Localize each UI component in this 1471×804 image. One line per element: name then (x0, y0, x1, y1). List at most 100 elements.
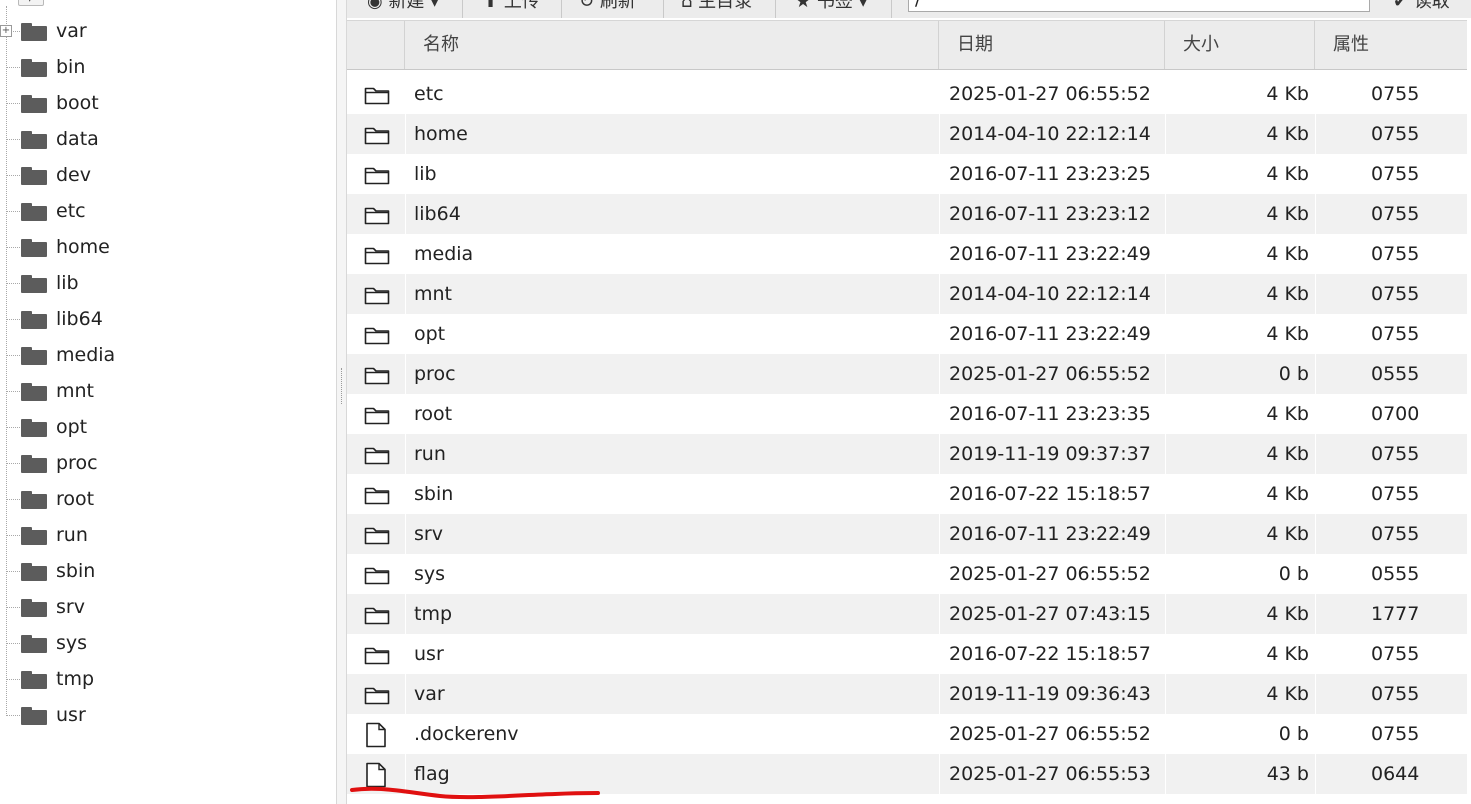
tree-root-node[interactable]: / (18, 0, 44, 6)
toolbar-separator (561, 0, 562, 18)
file-size: 4 Kb (1165, 154, 1315, 194)
folder-icon (21, 599, 47, 617)
tree-item-lib[interactable]: lib (0, 265, 300, 301)
file-row-flag[interactable]: flag 2025-01-27 06:55:53 43 b 0644 (347, 754, 1467, 794)
tree-connector (6, 67, 20, 68)
tree-connector (6, 679, 20, 680)
file-row-etc[interactable]: etc 2025-01-27 06:55:52 4 Kb 0755 (347, 74, 1467, 114)
file-name[interactable]: opt (405, 314, 939, 354)
file-row-sys[interactable]: sys 2025-01-27 06:55:52 0 b 0555 (347, 554, 1467, 594)
file-name[interactable]: run (405, 434, 939, 474)
tree-item-label: opt (56, 416, 88, 438)
file-name[interactable]: sbin (405, 474, 939, 514)
file-name[interactable]: etc (405, 74, 939, 114)
file-name[interactable]: media (405, 234, 939, 274)
file-name[interactable]: lib64 (405, 194, 939, 234)
tree-item-opt[interactable]: opt (0, 409, 300, 445)
tree-item-label: run (56, 524, 88, 546)
tree-item-usr[interactable]: usr (0, 697, 300, 733)
tree-item-data[interactable]: data (0, 121, 300, 157)
file-row-proc[interactable]: proc 2025-01-27 06:55:52 0 b 0555 (347, 354, 1467, 394)
file-row-dot-dockerenv[interactable]: .dockerenv 2025-01-27 06:55:52 0 b 0755 (347, 714, 1467, 754)
tree-item-srv[interactable]: srv (0, 589, 300, 625)
tree-item-boot[interactable]: boot (0, 85, 300, 121)
file-name[interactable]: var (405, 674, 939, 714)
file-list-grid: 名称 日期 大小 属性 etc 2025-01-27 06:55:52 4 Kb 07… (347, 18, 1471, 804)
tree-item-var[interactable]: + var (0, 13, 300, 49)
home-button[interactable]: ⌂ 主目录 (675, 0, 752, 16)
file-name[interactable]: tmp (405, 594, 939, 634)
tree-item-bin[interactable]: bin (0, 49, 300, 85)
file-row-tmp[interactable]: tmp 2025-01-27 07:43:15 4 Kb 1777 (347, 594, 1467, 634)
file-row-opt[interactable]: opt 2016-07-11 23:22:49 4 Kb 0755 (347, 314, 1467, 354)
file-name[interactable]: root (405, 394, 939, 434)
tree-item-media[interactable]: media (0, 337, 300, 373)
tree-item-lib64[interactable]: lib64 (0, 301, 300, 337)
tree-item-mnt[interactable]: mnt (0, 373, 300, 409)
file-row-srv[interactable]: srv 2016-07-11 23:22:49 4 Kb 0755 (347, 514, 1467, 554)
bookmark-button[interactable]: ★ 书签 ▾ (789, 0, 868, 16)
splitter-grip[interactable] (341, 368, 343, 404)
tree-connector (6, 175, 20, 176)
tree-item-label: home (56, 236, 110, 258)
file-row-media[interactable]: media 2016-07-11 23:22:49 4 Kb 0755 (347, 234, 1467, 274)
check-icon: ✔ (1393, 0, 1414, 12)
file-row-var[interactable]: var 2019-11-19 09:36:43 4 Kb 0755 (347, 674, 1467, 714)
tree-item-tmp[interactable]: tmp (0, 661, 300, 697)
column-header-size[interactable]: 大小 (1165, 21, 1315, 69)
tree-item-sys[interactable]: sys (0, 625, 300, 661)
read-button[interactable]: ✔ 读取 (1387, 0, 1450, 16)
tree-connector (6, 319, 20, 320)
file-size: 4 Kb (1165, 314, 1315, 354)
file-row-lib[interactable]: lib 2016-07-11 23:23:25 4 Kb 0755 (347, 154, 1467, 194)
toolbar-separator (462, 0, 463, 18)
file-name[interactable]: flag (405, 754, 939, 794)
file-row-root[interactable]: root 2016-07-11 23:23:35 4 Kb 0700 (347, 394, 1467, 434)
file-name[interactable]: lib (405, 154, 939, 194)
tree-item-root[interactable]: root (0, 481, 300, 517)
tree-item-sbin[interactable]: sbin (0, 553, 300, 589)
file-name[interactable]: home (405, 114, 939, 154)
home-icon: ⌂ (681, 0, 699, 12)
tree-item-dev[interactable]: dev (0, 157, 300, 193)
row-icon-cell (347, 274, 405, 314)
file-attr: 0755 (1315, 274, 1467, 314)
file-row-sbin[interactable]: sbin 2016-07-22 15:18:57 4 Kb 0755 (347, 474, 1467, 514)
file-row-lib64[interactable]: lib64 2016-07-11 23:23:12 4 Kb 0755 (347, 194, 1467, 234)
refresh-button[interactable]: ↻ 刷新 (573, 0, 636, 16)
file-attr: 0700 (1315, 394, 1467, 434)
column-header-name[interactable]: 名称 (405, 21, 939, 69)
file-row-mnt[interactable]: mnt 2014-04-10 22:12:14 4 Kb 0755 (347, 274, 1467, 314)
tree-item-run[interactable]: run (0, 517, 300, 553)
file-date: 2016-07-11 23:23:25 (939, 154, 1165, 194)
expand-icon[interactable]: + (0, 25, 12, 37)
path-input[interactable]: / (908, 0, 1370, 12)
folder-icon (21, 275, 47, 293)
file-row-run[interactable]: run 2019-11-19 09:37:37 4 Kb 0755 (347, 434, 1467, 474)
column-header-date[interactable]: 日期 (939, 21, 1165, 69)
file-name[interactable]: .dockerenv (405, 714, 939, 754)
file-name[interactable]: srv (405, 514, 939, 554)
row-icon-cell (347, 154, 405, 194)
tree-item-etc[interactable]: etc (0, 193, 300, 229)
file-name[interactable]: sys (405, 554, 939, 594)
folder-icon (21, 203, 47, 221)
row-icon-cell (347, 554, 405, 594)
upload-button[interactable]: ⬆ 上传 (477, 0, 540, 16)
new-button[interactable]: ◉ 新建 ▾ (361, 0, 439, 16)
file-name[interactable]: usr (405, 634, 939, 674)
file-name[interactable]: mnt (405, 274, 939, 314)
tree-connector (6, 247, 20, 248)
file-row-usr[interactable]: usr 2016-07-22 15:18:57 4 Kb 0755 (347, 634, 1467, 674)
column-header-attr[interactable]: 属性 (1315, 21, 1467, 69)
file-name[interactable]: proc (405, 354, 939, 394)
pane-splitter[interactable] (336, 0, 347, 804)
tree-item-proc[interactable]: proc (0, 445, 300, 481)
file-row-home[interactable]: home 2014-04-10 22:12:14 4 Kb 0755 (347, 114, 1467, 154)
file-size: 4 Kb (1165, 114, 1315, 154)
folder-icon (21, 419, 47, 437)
folder-icon (21, 311, 47, 329)
folder-icon (21, 239, 47, 257)
row-icon-cell (347, 514, 405, 554)
tree-item-home[interactable]: home (0, 229, 300, 265)
